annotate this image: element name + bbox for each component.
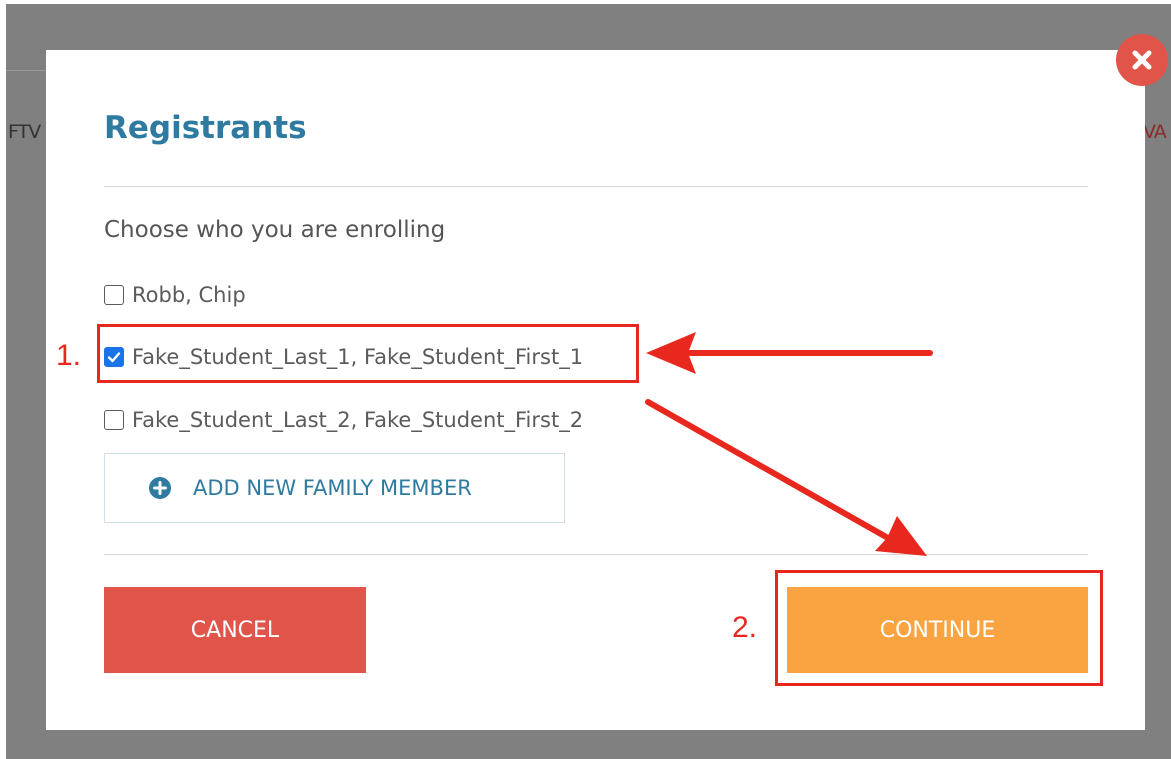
background-text-right: VA <box>1143 121 1167 143</box>
registrant-label: Fake_Student_Last_2, Fake_Student_First_… <box>132 407 584 432</box>
step-1-highlight <box>97 324 639 383</box>
add-family-member-label: ADD NEW FAMILY MEMBER <box>193 476 472 500</box>
step-2-highlight <box>775 570 1103 686</box>
registrant-checkbox[interactable] <box>104 410 124 430</box>
enrollment-prompt: Choose who you are enrolling <box>104 217 446 243</box>
registrant-checkbox[interactable] <box>104 285 124 305</box>
header-divider <box>104 186 1088 187</box>
plus-circle-icon <box>149 477 171 499</box>
footer-divider <box>104 554 1088 555</box>
registrant-label: Robb, Chip <box>132 282 246 307</box>
step-1-label: 1. <box>56 339 82 372</box>
close-button[interactable] <box>1116 34 1168 86</box>
registrant-option[interactable]: Fake_Student_Last_2, Fake_Student_First_… <box>104 405 583 435</box>
background-text-left: FTV <box>8 121 41 143</box>
registrant-option[interactable]: Robb, Chip <box>104 280 246 310</box>
modal-title: Registrants <box>104 110 307 146</box>
step-2-label: 2. <box>732 611 758 644</box>
close-icon <box>1132 50 1152 70</box>
background-divider <box>6 70 46 71</box>
cancel-button[interactable]: CANCEL <box>104 587 366 673</box>
add-family-member-button[interactable]: ADD NEW FAMILY MEMBER <box>104 453 565 523</box>
